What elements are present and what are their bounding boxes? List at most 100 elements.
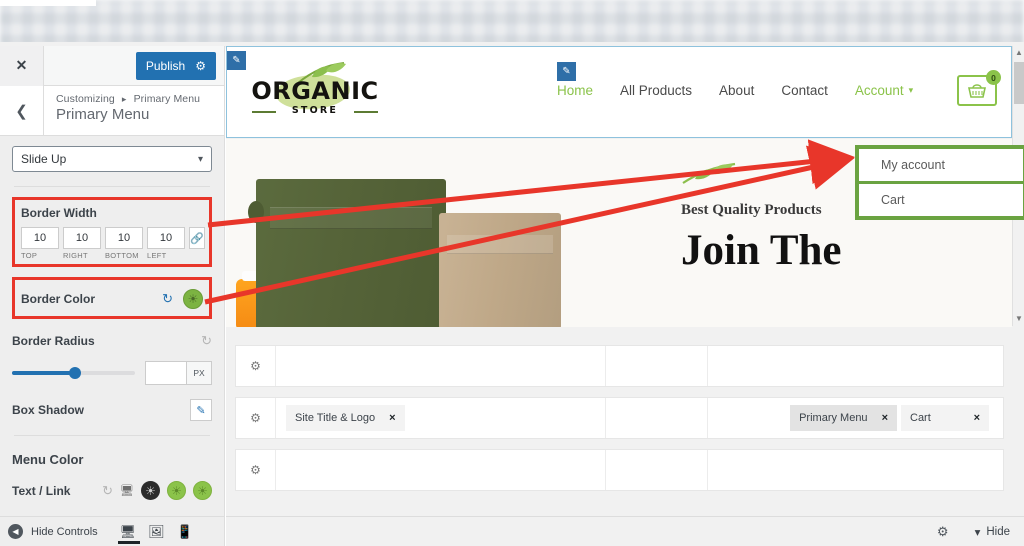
blurred-browser-strip	[0, 0, 1024, 46]
box-shadow-row: Box Shadow ✎	[12, 399, 212, 421]
collapse-icon[interactable]: ◀	[8, 524, 23, 539]
reset-icon[interactable]: ↻	[162, 291, 173, 307]
widget-col-center[interactable]	[606, 346, 708, 386]
product-pouch-green-image	[248, 179, 446, 327]
border-width-top: 10 TOP	[21, 227, 59, 260]
border-radius-row: Border Radius ↻	[12, 333, 212, 349]
scroll-up-icon[interactable]: ▲	[1015, 48, 1023, 57]
link-icon[interactable]: 🔗	[189, 227, 205, 249]
pencil-icon[interactable]: ✎	[557, 62, 576, 81]
leaf-branch-icon	[682, 162, 736, 184]
page-title: Primary Menu	[56, 106, 150, 123]
widget-col-center[interactable]	[606, 398, 708, 438]
gear-icon[interactable]: ⚙	[236, 398, 276, 438]
site-preview: ✎ ✎ ORGANIC STORE Home All Products Abou…	[226, 46, 1024, 516]
widget-row: ⚙	[235, 345, 1004, 387]
widget-chip-primary-menu[interactable]: Primary Menu ×	[790, 405, 897, 431]
animation-select[interactable]: Slide Up ▾	[12, 146, 212, 172]
text-link-row: Text / Link ↻ 🖥 ☀ ☀ ☀	[12, 481, 212, 500]
border-color-label: Border Color	[21, 292, 96, 306]
reset-icon[interactable]: ↻	[201, 333, 212, 349]
logo-rule-left	[252, 111, 276, 113]
widget-chip-site-title-logo[interactable]: Site Title & Logo ×	[286, 405, 405, 431]
preview-footer-bar: ⚙ ▾ Hide	[226, 516, 1024, 546]
gear-icon[interactable]: ⚙	[236, 450, 276, 490]
border-width-left: 10 LEFT	[147, 227, 185, 260]
border-width-right: 10 RIGHT	[63, 227, 101, 260]
color-swatch-default[interactable]: ☀	[141, 481, 160, 500]
gear-icon[interactable]: ⚙	[195, 59, 206, 73]
hero-text: Best Quality Products Join The	[681, 161, 842, 273]
slider-thumb[interactable]	[68, 367, 81, 379]
widget-col-center[interactable]	[606, 450, 708, 490]
widget-chip-cart[interactable]: Cart ×	[901, 405, 989, 431]
close-icon[interactable]: ×	[974, 412, 980, 424]
widget-chip-label: Cart	[910, 412, 931, 424]
publish-button[interactable]: Publish ⚙	[135, 51, 216, 80]
customizer-sidebar: ✕ Publish ⚙ ❮ Customizing ▸ Primary Menu…	[0, 45, 225, 516]
border-width-bottom: 10 BOTTOM	[105, 227, 143, 260]
nav-item-about[interactable]: About	[719, 83, 754, 98]
border-width-bottom-input[interactable]: 10	[105, 227, 143, 249]
widget-col-right[interactable]	[708, 450, 1003, 490]
desktop-icon[interactable]: 🖥	[117, 524, 140, 544]
box-shadow-label: Box Shadow	[12, 403, 85, 417]
widget-col-left[interactable]: Site Title & Logo ×	[276, 398, 606, 438]
close-icon[interactable]: ×	[389, 412, 395, 424]
scrollbar-thumb[interactable]	[1014, 62, 1024, 104]
gear-icon[interactable]: ⚙	[937, 524, 949, 540]
tablet-icon[interactable]: 🖼	[148, 524, 165, 540]
nav-item-home[interactable]: Home	[557, 83, 593, 98]
menu-color-title: Menu Color	[12, 452, 84, 467]
hide-footer-button[interactable]: ▾ Hide	[975, 525, 1010, 539]
hero-heading: Join The	[681, 227, 842, 274]
desktop-icon[interactable]: 🖥	[120, 484, 134, 497]
nav-item-account[interactable]: Account ▾	[855, 83, 913, 98]
text-link-label: Text / Link	[12, 483, 71, 498]
border-color-controls: ↻ ☀	[162, 289, 203, 309]
border-color-swatch[interactable]: ☀	[183, 289, 203, 309]
cart-button[interactable]: 0	[957, 70, 1001, 106]
dropdown-item-my-account[interactable]: My account	[859, 149, 1023, 181]
nav-item-contact[interactable]: Contact	[781, 83, 828, 98]
border-width-left-input[interactable]: 10	[147, 227, 185, 249]
border-color-row: Border Color ↻ ☀	[21, 286, 203, 312]
border-radius-slider[interactable]	[12, 367, 135, 379]
color-swatch-active[interactable]: ☀	[193, 481, 212, 500]
panel-titles: Customizing ▸ Primary Menu Primary Menu	[44, 86, 200, 135]
close-icon[interactable]: ×	[882, 412, 888, 424]
gear-icon[interactable]: ⚙	[236, 346, 276, 386]
widget-col-left[interactable]	[276, 450, 606, 490]
border-width-top-input[interactable]: 10	[21, 227, 59, 249]
reset-icon[interactable]: ↻	[102, 483, 113, 499]
border-radius-input[interactable]	[145, 361, 187, 385]
site-logo[interactable]: ORGANIC STORE	[250, 61, 380, 123]
color-swatch-hover[interactable]: ☀	[167, 481, 186, 500]
border-radius-label: Border Radius	[12, 334, 95, 348]
pencil-icon[interactable]: ✎	[227, 51, 246, 70]
device-preview-switcher: 🖥 🖼 📱	[117, 524, 193, 544]
chevron-left-icon[interactable]: ❮	[0, 86, 44, 135]
border-width-label: Border Width	[21, 206, 97, 220]
globe-icon: ☀	[187, 292, 199, 306]
hide-controls-label[interactable]: Hide Controls	[31, 526, 98, 538]
animation-select-value: Slide Up	[21, 152, 67, 166]
widget-col-right[interactable]	[708, 346, 1003, 386]
border-width-right-input[interactable]: 10	[63, 227, 101, 249]
dropdown-item-cart[interactable]: Cart	[859, 184, 1023, 216]
close-icon[interactable]: ✕	[0, 45, 44, 86]
chevron-down-icon: ▾	[197, 153, 203, 165]
hide-footer-label: Hide	[986, 525, 1010, 538]
widget-col-left[interactable]	[276, 346, 606, 386]
mobile-icon[interactable]: 📱	[177, 524, 193, 540]
pencil-icon[interactable]: ✎	[190, 399, 212, 421]
logo-wordmark: ORGANIC	[251, 77, 379, 105]
scroll-down-icon[interactable]: ▼	[1015, 314, 1023, 323]
customizer-footer: ◀ Hide Controls 🖥 🖼 📱	[0, 516, 225, 546]
nav-item-all-products[interactable]: All Products	[620, 83, 692, 98]
divider	[14, 186, 210, 187]
publish-button-label: Publish	[145, 58, 186, 73]
breadcrumb-root[interactable]: Customizing	[56, 93, 115, 105]
widget-col-right[interactable]: Primary Menu × Cart ×	[708, 398, 1003, 438]
border-color-section: Border Color ↻ ☀	[12, 277, 212, 319]
